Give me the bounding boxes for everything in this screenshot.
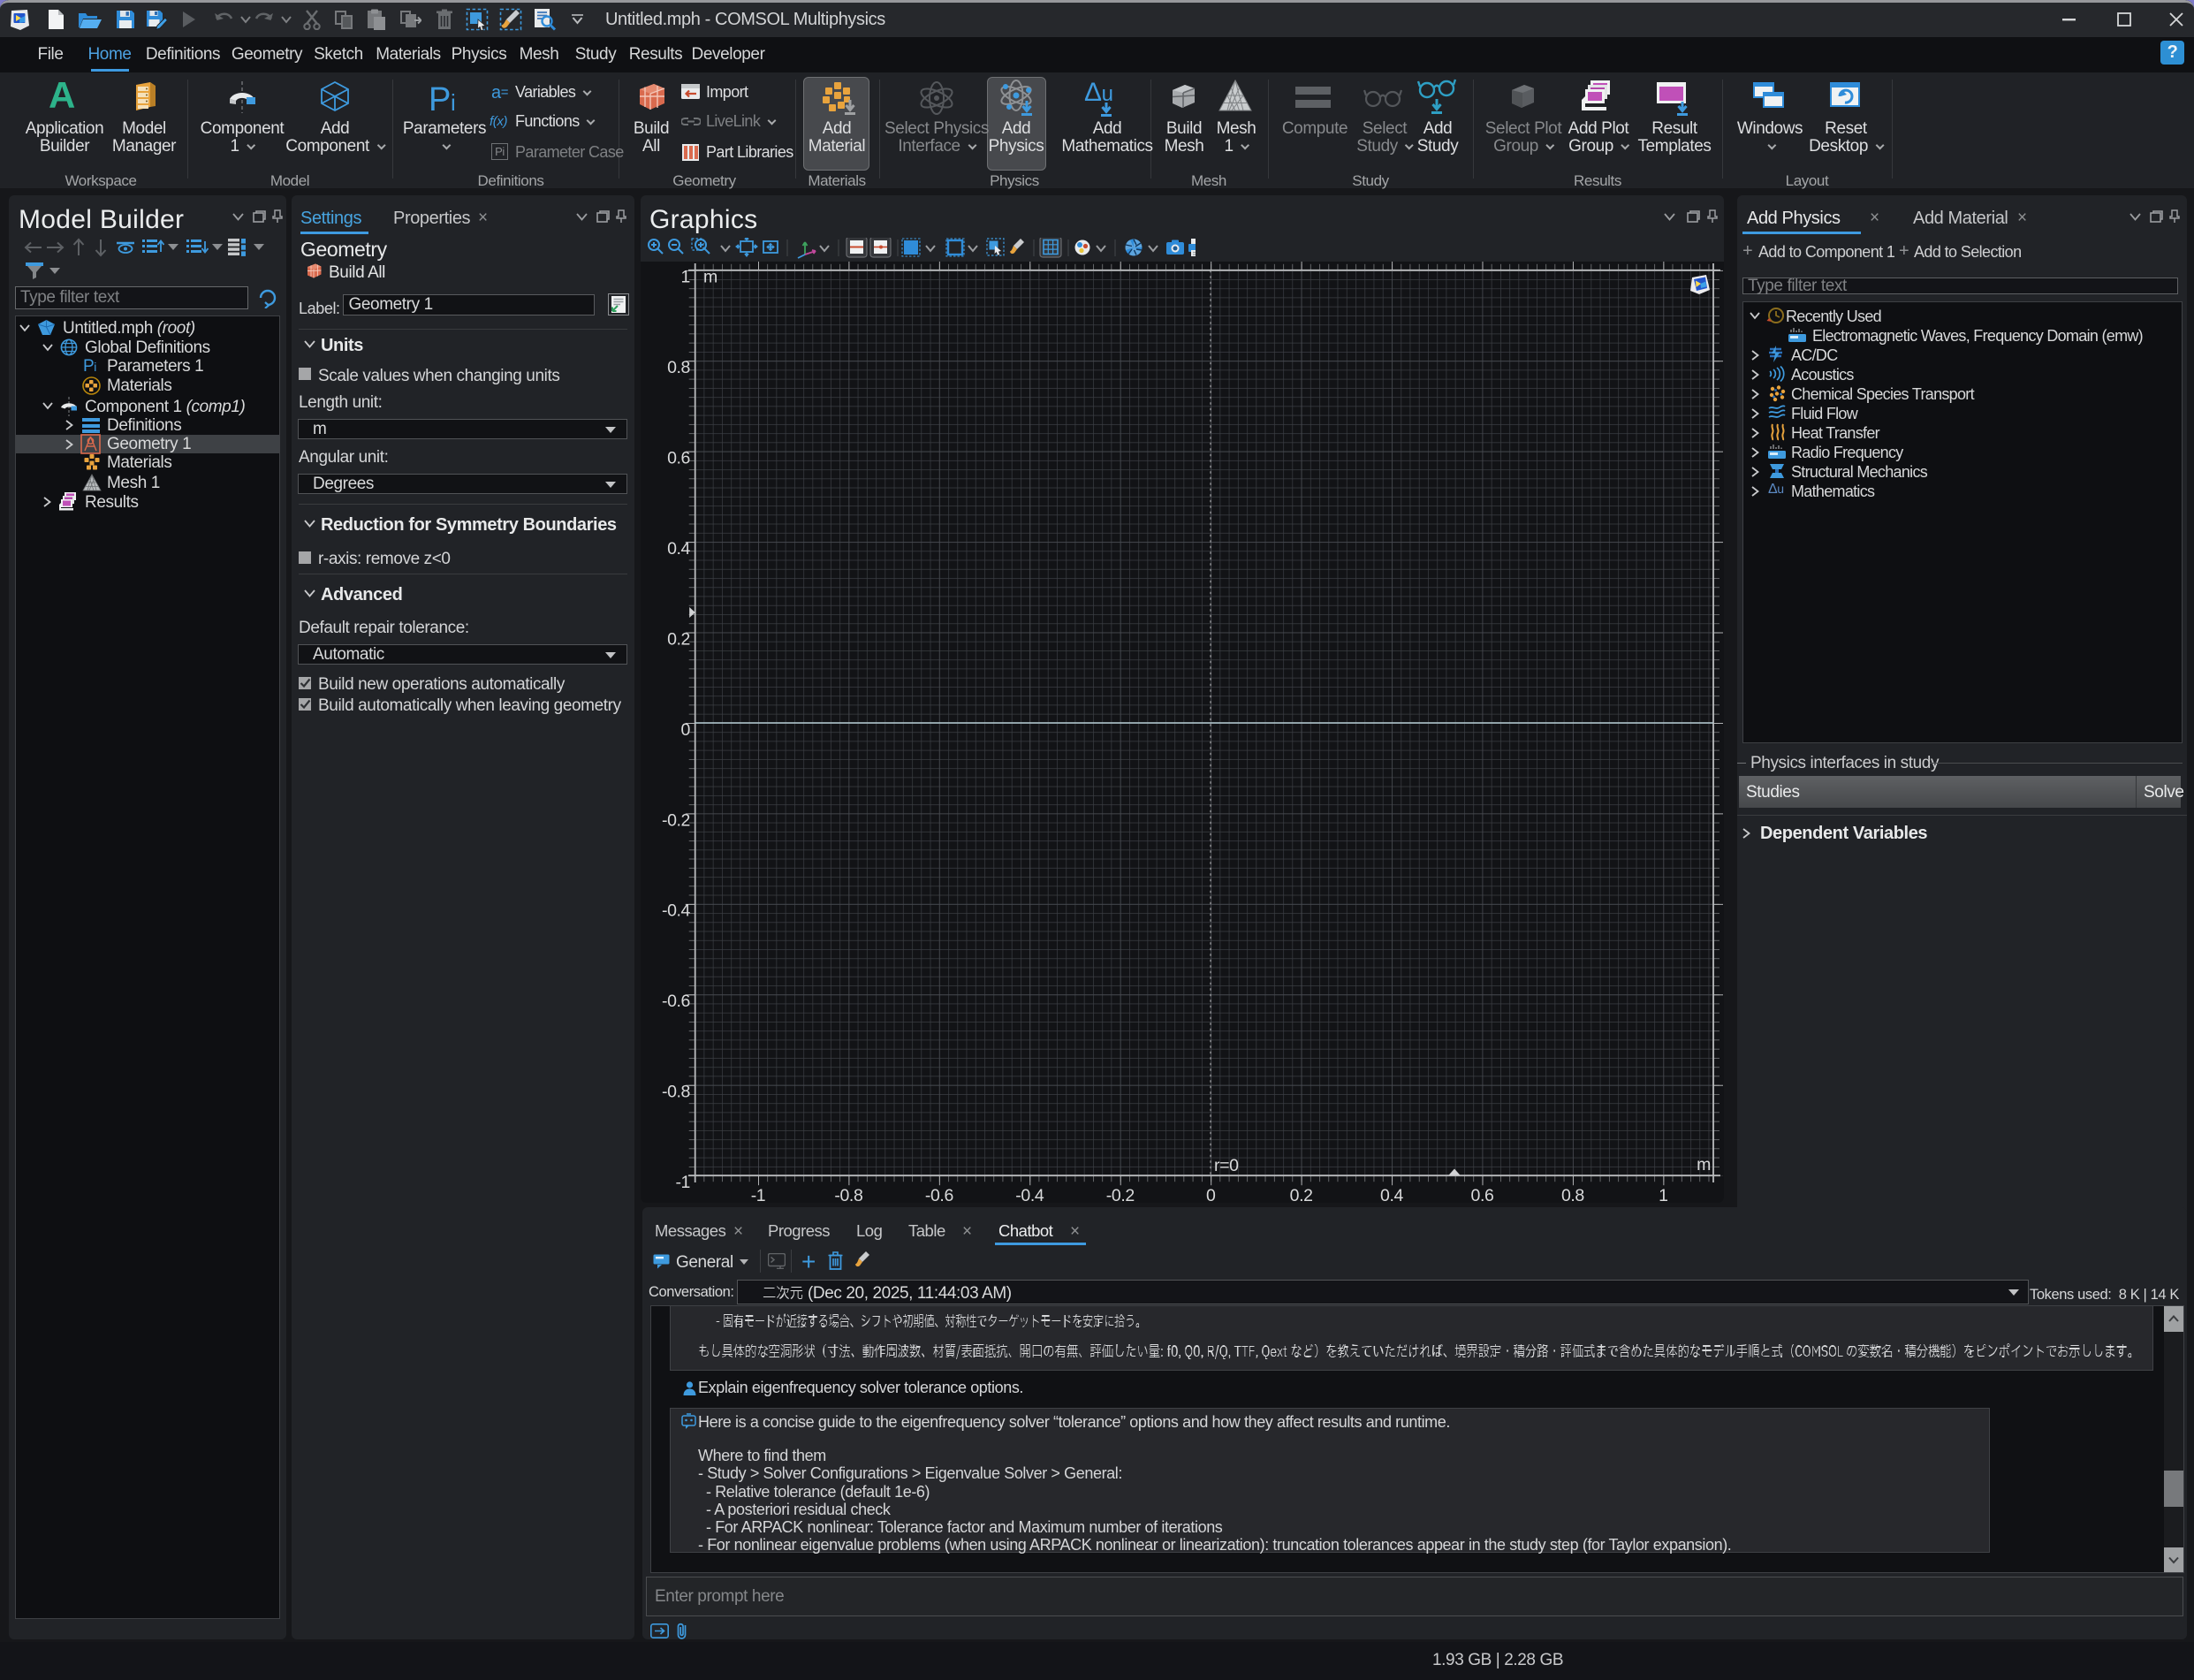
svg-text:-1: -1 <box>675 1173 690 1192</box>
svg-text:0.6: 0.6 <box>667 449 690 468</box>
svg-text:-0.2: -0.2 <box>662 810 690 830</box>
svg-text:0.6: 0.6 <box>1471 1186 1494 1203</box>
svg-text:-0.6: -0.6 <box>925 1186 953 1203</box>
svg-text:-0.8: -0.8 <box>662 1083 690 1102</box>
svg-text:0.8: 0.8 <box>667 358 690 377</box>
svg-text:1: 1 <box>681 268 690 287</box>
svg-text:-0.2: -0.2 <box>1106 1186 1135 1203</box>
svg-text:0.2: 0.2 <box>667 629 690 649</box>
svg-text:0: 0 <box>681 720 691 740</box>
svg-text:-0.4: -0.4 <box>1015 1186 1044 1203</box>
svg-text:0.4: 0.4 <box>667 539 690 559</box>
svg-text:m: m <box>703 268 717 287</box>
svg-text:0: 0 <box>1206 1186 1216 1203</box>
svg-text:-0.8: -0.8 <box>834 1186 862 1203</box>
svg-text:0.8: 0.8 <box>1561 1186 1584 1203</box>
svg-text:0.2: 0.2 <box>1290 1186 1313 1203</box>
svg-text:-1: -1 <box>751 1186 766 1203</box>
svg-text:0.4: 0.4 <box>1380 1186 1403 1203</box>
svg-text:m: m <box>1697 1155 1711 1174</box>
svg-text:-0.4: -0.4 <box>662 901 691 921</box>
svg-text:r=0: r=0 <box>1214 1156 1239 1175</box>
svg-text:1: 1 <box>1659 1186 1667 1203</box>
svg-text:-0.6: -0.6 <box>662 992 690 1011</box>
